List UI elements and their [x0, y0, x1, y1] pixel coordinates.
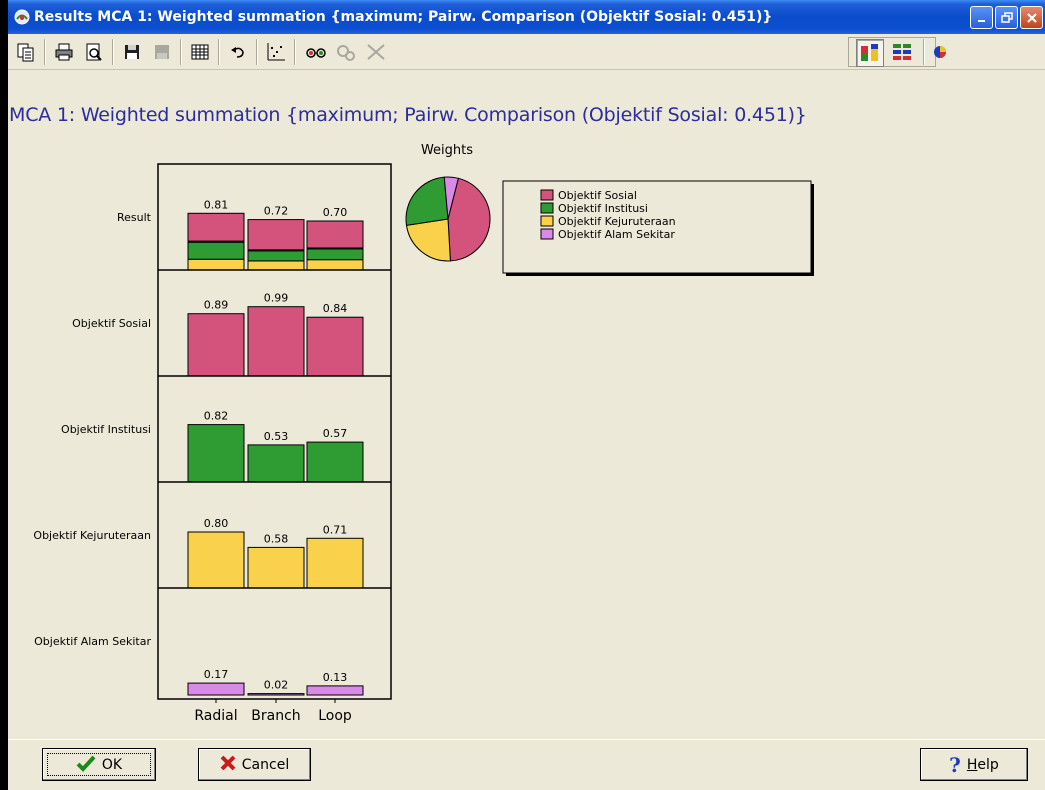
help-button[interactable]: ? Help: [920, 748, 1028, 781]
cancel-button[interactable]: Cancel: [198, 748, 311, 781]
client-area: MCA 1: Weighted summation {maximum; Pair…: [8, 34, 1045, 790]
legend-swatch: [540, 215, 554, 227]
stack-segment-institusi: [306, 248, 364, 261]
results-window: Results MCA 1: Weighted summation {maxim…: [0, 0, 1045, 790]
data-label: 0.80: [204, 517, 229, 530]
data-label: 0.53: [264, 430, 289, 443]
stack-segment-kejuruteraan: [247, 260, 305, 271]
restore-button[interactable]: [995, 6, 1018, 29]
stack-segment-kejuruteraan: [187, 258, 245, 271]
data-label: 0.58: [264, 532, 289, 545]
pie-slice: [405, 176, 449, 226]
data-label: 0.84: [323, 302, 348, 315]
help-accelerator: H: [966, 756, 978, 773]
ok-button[interactable]: OK: [42, 748, 156, 781]
row-label: Objektif Alam Sekitar: [34, 635, 151, 648]
close-button[interactable]: [1020, 6, 1043, 29]
row-label: Result: [117, 211, 152, 224]
button-bar: OK Cancel ? Help: [8, 739, 1045, 790]
row-label: Objektif Sosial: [72, 317, 151, 330]
chart-area: Result 0.81 0.72 0.70 Objektif Sosial 0.89 0.9…: [8, 34, 1045, 790]
data-label: 0.72: [264, 205, 289, 218]
results-chart: Result 0.81 0.72 0.70 Objektif Sosial 0.89 0.9…: [33, 143, 814, 724]
data-label: 0.99: [264, 292, 289, 305]
title-bar[interactable]: Results MCA 1: Weighted summation {maxim…: [8, 0, 1045, 34]
data-label: 0.02: [264, 679, 289, 692]
cancel-button-label: Cancel: [241, 756, 290, 773]
data-label: 0.57: [323, 427, 348, 440]
bar: [306, 441, 364, 483]
cancel-x-icon: [220, 755, 236, 775]
legend-label: Objektif Kejuruteraan: [558, 215, 676, 228]
row-label: Objektif Institusi: [61, 423, 151, 436]
bar: [247, 444, 305, 483]
window-frame-left: [0, 0, 8, 790]
bar: [187, 682, 245, 696]
stack-segment-kejuruteraan: [306, 259, 364, 271]
stack-segment-institusi: [247, 250, 305, 262]
category-label: Branch: [251, 708, 300, 724]
data-label: 0.82: [204, 410, 229, 423]
bar: [306, 685, 364, 696]
bar: [187, 313, 245, 377]
stack-segment-sosial: [187, 212, 245, 242]
data-label: 0.13: [323, 671, 348, 684]
stack-segment-institusi: [187, 241, 245, 260]
bar: [187, 424, 245, 483]
window-title: Results MCA 1: Weighted summation {maxim…: [34, 9, 773, 25]
app-icon: [14, 9, 30, 25]
data-label: 0.89: [204, 299, 229, 312]
bar: [306, 316, 364, 377]
stack-segment-sosial: [306, 220, 364, 249]
help-button-label: Help: [967, 757, 999, 773]
legend-label: Objektif Sosial: [558, 189, 637, 202]
bar: [247, 546, 305, 589]
bar: [247, 693, 305, 696]
data-label: 0.17: [204, 668, 229, 681]
focus-rect: [47, 753, 151, 776]
data-label: 0.71: [323, 523, 348, 536]
stack-segment-sosial: [247, 219, 305, 251]
row-label: Objektif Kejuruteraan: [33, 529, 151, 542]
legend-swatch: [540, 189, 554, 201]
help-label-rest: elp: [977, 756, 999, 773]
weights-title: Weights: [421, 143, 473, 158]
legend-label: Objektif Alam Sekitar: [558, 228, 675, 241]
bar: [187, 531, 245, 589]
minimize-button[interactable]: [970, 6, 993, 29]
data-label: 0.81: [204, 198, 229, 211]
legend-label: Objektif Institusi: [558, 202, 648, 215]
data-label: 0.70: [323, 206, 348, 219]
bar: [247, 306, 305, 377]
pie-slice: [405, 218, 451, 262]
bar: [306, 537, 364, 589]
help-question-icon: ?: [949, 752, 961, 777]
legend-swatch: [540, 202, 554, 214]
category-label: Radial: [194, 708, 237, 724]
legend-swatch: [540, 228, 554, 240]
category-label: Loop: [318, 708, 352, 724]
